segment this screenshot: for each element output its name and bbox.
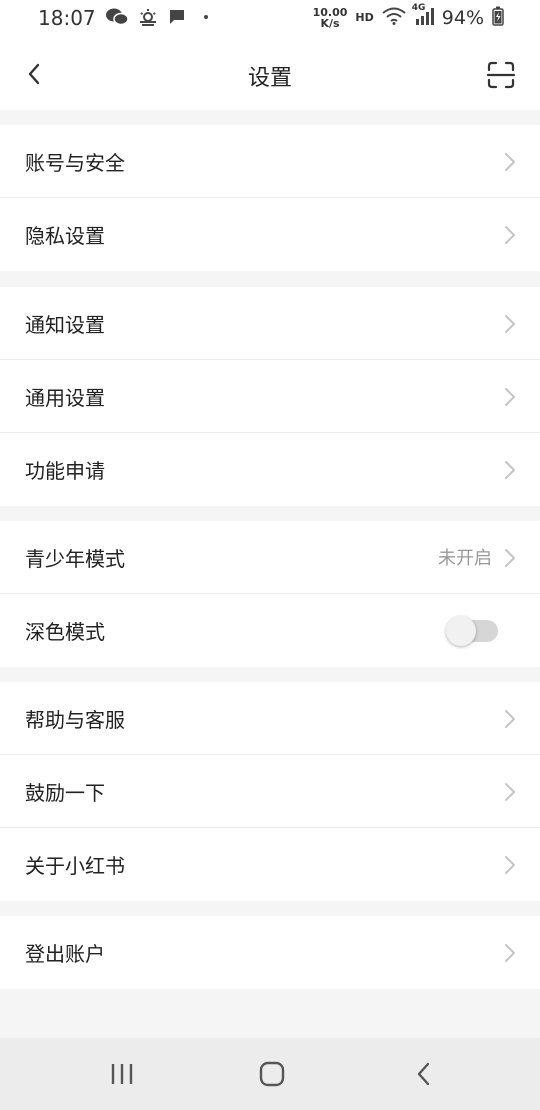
chevron-right-icon — [505, 856, 515, 874]
chevron-right-icon — [505, 388, 515, 406]
message-icon — [168, 8, 186, 30]
chevron-right-icon — [505, 944, 515, 962]
system-nav-bar — [0, 1038, 540, 1110]
weather-icon — [138, 8, 158, 30]
wifi-icon — [382, 7, 406, 28]
settings-item-label: 登出账户 — [25, 942, 105, 966]
settings-item-label: 深色模式 — [25, 620, 105, 644]
settings-item-label: 通知设置 — [25, 312, 105, 337]
settings-item-help[interactable]: 帮助与客服 — [0, 682, 540, 755]
settings-item-logout[interactable]: 登出账户 — [0, 916, 540, 989]
settings-item-label: 帮助与客服 — [25, 707, 125, 732]
settings-group-logout: 登出账户 — [0, 916, 540, 989]
scan-button[interactable] — [484, 58, 518, 92]
settings-group-modes: 青少年模式 未开启 深色模式 — [0, 521, 540, 667]
settings-item-label: 隐私设置 — [25, 224, 105, 248]
dot-icon — [196, 8, 216, 30]
settings-group-about: 帮助与客服 鼓励一下 关于小红书 — [0, 682, 540, 901]
home-button[interactable] — [252, 1058, 292, 1090]
settings-item-label: 关于小红书 — [25, 854, 125, 878]
status-bar: 18:07 10.00 K/s HD 4G 94% — [0, 0, 540, 38]
settings-item-label: 通用设置 — [25, 385, 105, 410]
battery-charging-icon — [492, 6, 504, 29]
top-app-bar: 设置 — [0, 38, 540, 110]
status-time: 18:07 — [38, 6, 96, 30]
settings-item-encourage[interactable]: 鼓励一下 — [0, 755, 540, 828]
settings-item-label: 鼓励一下 — [25, 780, 105, 805]
chevron-right-icon — [505, 783, 515, 801]
settings-item-about[interactable]: 关于小红书 — [0, 828, 540, 901]
recent-apps-icon — [111, 1064, 133, 1084]
settings-item-label: 功能申请 — [25, 459, 105, 483]
settings-item-feature-request[interactable]: 功能申请 — [0, 433, 540, 506]
hd-indicator: HD — [355, 11, 374, 24]
battery-percent: 94% — [441, 6, 484, 29]
settings-item-teen-mode[interactable]: 青少年模式 未开启 — [0, 521, 540, 594]
scan-icon — [487, 61, 515, 89]
chevron-right-icon — [505, 153, 515, 171]
nav-back-button[interactable] — [404, 1058, 444, 1090]
chevron-right-icon — [505, 549, 515, 567]
dark-mode-toggle[interactable] — [446, 616, 498, 646]
home-icon — [259, 1061, 285, 1087]
settings-item-privacy[interactable]: 隐私设置 — [0, 198, 540, 271]
toggle-knob — [446, 616, 476, 646]
chevron-right-icon — [505, 226, 515, 244]
status-notification-icons — [106, 8, 216, 30]
settings-group-general: 通知设置 通用设置 功能申请 — [0, 287, 540, 506]
settings-item-general[interactable]: 通用设置 — [0, 360, 540, 433]
chevron-right-icon — [505, 461, 515, 479]
settings-group-account: 账号与安全 隐私设置 — [0, 125, 540, 271]
page-title: 设置 — [247, 66, 292, 91]
settings-item-dark-mode: 深色模式 — [0, 594, 540, 667]
settings-item-label: 账号与安全 — [25, 150, 125, 175]
settings-item-notifications[interactable]: 通知设置 — [0, 287, 540, 360]
teen-mode-status: 未开启 — [438, 548, 492, 569]
status-right: 10.00 K/s HD 4G 94% — [312, 3, 504, 30]
wechat-icon — [106, 8, 129, 30]
recent-apps-button[interactable] — [102, 1058, 142, 1090]
chevron-right-icon — [505, 315, 515, 333]
network-speed: 10.00 K/s — [312, 5, 348, 30]
settings-item-account-security[interactable]: 账号与安全 — [0, 125, 540, 198]
settings-item-label: 青少年模式 — [25, 546, 125, 571]
chevron-right-icon — [505, 710, 515, 728]
signal-icon: 4G — [412, 3, 434, 28]
back-icon — [417, 1062, 430, 1086]
